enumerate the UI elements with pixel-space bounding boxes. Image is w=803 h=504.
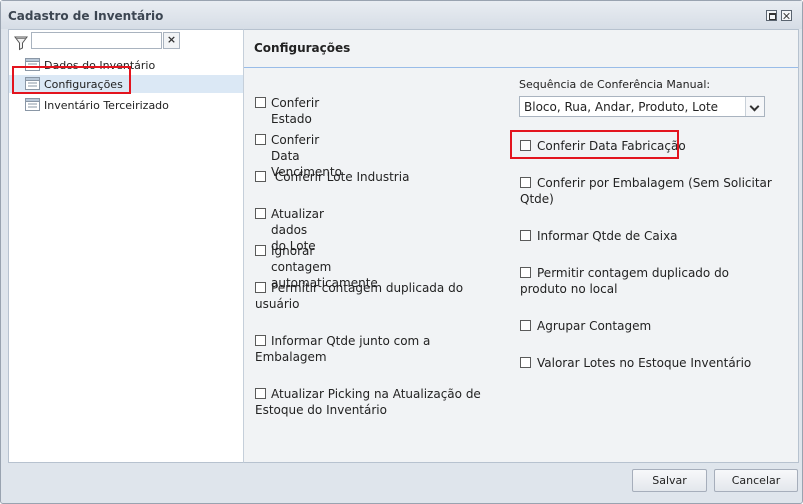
option-label: Permitir contagem duplicado do — [537, 266, 730, 280]
window-title: Cadastro de Inventário — [8, 9, 164, 23]
checkbox[interactable] — [520, 357, 531, 368]
checkbox[interactable] — [520, 267, 531, 278]
checkbox[interactable] — [520, 177, 531, 188]
close-icon[interactable] — [781, 10, 792, 21]
save-button[interactable]: Salvar — [632, 469, 707, 492]
option-label-line2: usuário — [255, 297, 300, 311]
sequence-label: Sequência de Conferência Manual: — [519, 78, 711, 91]
panel-title: Configurações — [254, 41, 351, 55]
tree-item-label: Configurações — [44, 78, 123, 91]
option-label: Conferir por Embalagem (Sem Solicitar — [537, 176, 772, 190]
option-label: Informar Qtde junto com a — [271, 334, 431, 348]
option-label-line2: produto no local — [520, 282, 618, 296]
checkbox[interactable] — [255, 282, 266, 293]
tree-item-label: Inventário Terceirizado — [44, 99, 169, 112]
checkbox[interactable] — [255, 388, 266, 399]
sequence-select[interactable]: Bloco, Rua, Andar, Produto, Lote — [519, 96, 765, 117]
checkbox[interactable] — [255, 245, 266, 256]
option-label: Informar Qtde de Caixa — [537, 229, 678, 243]
title-bar[interactable]: Cadastro de Inventário — [1, 1, 802, 29]
clear-search-button[interactable]: × — [163, 32, 180, 49]
settings-panel: Configurações Conferir Estado Conferir D… — [243, 29, 799, 463]
tree-node-icon — [25, 77, 40, 90]
option-label-line2: Qtde) — [520, 192, 554, 206]
search-input[interactable] — [31, 32, 162, 49]
option-label: Agrupar Contagem — [537, 319, 652, 333]
option-label: Conferir Lote Industria — [271, 170, 410, 184]
panel-header: Configurações — [244, 30, 798, 68]
option-label: Atualizar Picking na Atualização de — [271, 387, 481, 401]
sequence-select-value: Bloco, Rua, Andar, Produto, Lote — [524, 100, 719, 114]
checkbox[interactable] — [255, 134, 266, 145]
checkbox[interactable] — [255, 97, 266, 108]
tree-item-label: Dados do Inventário — [44, 59, 156, 72]
checkbox[interactable] — [255, 171, 266, 182]
chevron-down-icon[interactable] — [745, 97, 764, 116]
tree-item-terceirizado[interactable]: Inventário Terceirizado — [9, 96, 244, 114]
checkbox[interactable] — [520, 320, 531, 331]
maximize-icon[interactable] — [766, 10, 777, 21]
checkbox[interactable] — [520, 140, 531, 151]
checkbox[interactable] — [255, 208, 266, 219]
option-label: Conferir Data Fabricação — [537, 139, 686, 153]
tree-node-icon — [25, 58, 40, 71]
navigation-panel: × Dados do Inventário Configurações Inve… — [8, 29, 245, 463]
option-label-line2: Embalagem — [255, 350, 327, 364]
checkbox[interactable] — [255, 335, 266, 346]
option-label: Valorar Lotes no Estoque Inventário — [537, 356, 752, 370]
tree-node-icon — [25, 98, 40, 111]
option-label: Permitir contagem duplicada do — [271, 281, 464, 295]
cancel-button[interactable]: Cancelar — [714, 469, 798, 492]
inventory-dialog: Cadastro de Inventário × Dados do Invent… — [0, 0, 803, 504]
tree-item-dados[interactable]: Dados do Inventário — [9, 56, 244, 74]
filter-icon[interactable] — [13, 35, 29, 51]
option-label-line2: Estoque do Inventário — [255, 403, 387, 417]
checkbox[interactable] — [520, 230, 531, 241]
tree-item-configuracoes[interactable]: Configurações — [9, 75, 244, 93]
option-label: Conferir Estado — [271, 96, 320, 126]
